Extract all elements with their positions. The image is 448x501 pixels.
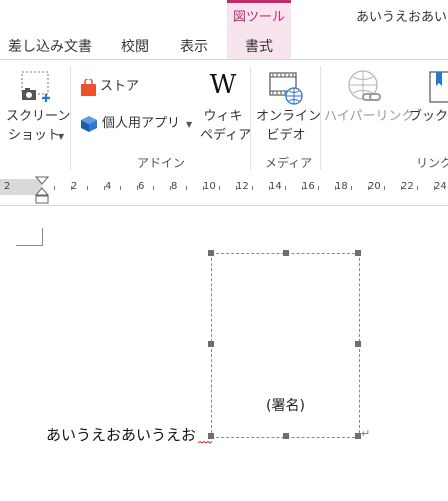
separator xyxy=(320,66,321,170)
bookmark-icon xyxy=(429,71,448,103)
online-video-button[interactable]: オンライン ビデオ xyxy=(256,68,322,148)
hyperlink-button[interactable]: ハイパーリンク xyxy=(324,68,414,128)
ruler-tick-label: 18 xyxy=(335,181,348,192)
hyperlink-globe-icon xyxy=(348,70,381,101)
screenshot-label-1: スクリーン xyxy=(6,109,71,124)
store-button[interactable]: ストア xyxy=(78,77,148,99)
ruler-tick-mark xyxy=(104,186,105,190)
ruler-tick-label: 10 xyxy=(203,181,216,192)
separator xyxy=(70,66,71,170)
paragraph-mark-icon: ↵ xyxy=(361,427,371,440)
page-corner-mark xyxy=(42,228,43,246)
my-apps-label: 個人用アプリ xyxy=(102,116,181,131)
resize-handle[interactable] xyxy=(208,433,214,439)
ruler-tick-label: 24 xyxy=(434,181,447,192)
ruler-tick-mark xyxy=(269,186,270,190)
document-title: あいうえおあいう xyxy=(356,10,448,25)
ruler-tick-mark xyxy=(252,186,253,190)
ruler-tick-label: 4 xyxy=(105,181,112,192)
ruler-tick-label: 12 xyxy=(236,181,249,192)
resize-handle[interactable] xyxy=(208,341,214,347)
ruler-tick-label: 14 xyxy=(269,181,282,192)
bookmark-button[interactable]: ブックマ xyxy=(408,68,448,128)
indent-marker-icon[interactable] xyxy=(35,176,49,206)
ruler-tick-label: 2 xyxy=(4,181,11,192)
ruler-tick-label: 8 xyxy=(171,181,178,192)
ruler-tick-mark xyxy=(335,186,336,190)
screenshot-icon xyxy=(21,71,50,102)
hyperlink-label: ハイパーリンク xyxy=(324,109,415,124)
ruler-tick-mark xyxy=(54,186,55,190)
ruler-tick-mark xyxy=(120,186,121,190)
dropdown-arrow-icon: ▼ xyxy=(186,120,193,129)
ruler-tick-mark xyxy=(170,186,171,190)
document-body-text[interactable]: あいうえおあいうえお xyxy=(46,424,196,445)
ruler-tick-mark xyxy=(401,186,402,190)
picture-tools-label: 図ツール xyxy=(232,10,285,25)
resize-handle[interactable] xyxy=(283,433,289,439)
ruler-tick-mark xyxy=(351,186,352,190)
store-label: ストア xyxy=(100,79,140,94)
ruler-tick-mark xyxy=(368,186,369,190)
online-video-label-2: ビデオ xyxy=(266,128,306,143)
ruler-tick-mark xyxy=(137,186,138,190)
context-tab-accent xyxy=(227,0,291,3)
group-addins-label: アドイン xyxy=(137,156,186,170)
ruler-tick-mark xyxy=(203,186,204,190)
wikipedia-button[interactable]: W ウィキ ペディア xyxy=(200,68,252,148)
ruler-tick-mark xyxy=(153,186,154,190)
ruler-tick-label: 16 xyxy=(302,181,315,192)
tab-mailings[interactable]: 差し込み文書 xyxy=(8,36,92,56)
ruler-tick-mark xyxy=(71,186,72,190)
tab-view[interactable]: 表示 xyxy=(180,36,208,56)
ruler-tick-mark xyxy=(219,186,220,190)
tab-format[interactable]: 書式 xyxy=(227,36,291,56)
ruler-tick-mark xyxy=(186,186,187,190)
screenshot-label-2: ショット xyxy=(7,128,60,143)
my-apps-button[interactable]: 個人用アプリ ▼ xyxy=(78,114,198,136)
group-links-label: リンク xyxy=(416,156,448,170)
signature-caption: (署名) xyxy=(266,398,305,414)
ruler-tick-mark xyxy=(384,186,385,190)
ruler-tick-mark xyxy=(302,186,303,190)
resize-handle[interactable] xyxy=(355,341,361,347)
online-video-icon xyxy=(269,72,303,105)
ruler-tick-label: 20 xyxy=(368,181,381,192)
store-bag-icon xyxy=(81,79,96,96)
ruler-tick-mark xyxy=(318,186,319,190)
resize-handle[interactable] xyxy=(208,250,214,256)
ruler-tick-mark xyxy=(417,186,418,190)
online-video-label-1: オンライン xyxy=(256,109,322,124)
wikipedia-label-1: ウィキ xyxy=(203,109,243,124)
separator xyxy=(250,66,251,170)
group-media-label: メディア xyxy=(265,156,313,170)
resize-handle[interactable] xyxy=(283,250,289,256)
ruler-tick-label: 6 xyxy=(138,181,145,192)
dropdown-arrow-icon: ▼ xyxy=(58,132,65,141)
page-corner-mark xyxy=(16,245,43,246)
ruler-tick-mark xyxy=(236,186,237,190)
screenshot-button[interactable]: スクリーン ショット ▼ xyxy=(6,68,71,148)
spellcheck-squiggle xyxy=(198,441,212,444)
ruler-tick-mark xyxy=(434,186,435,190)
bookmark-label: ブックマ xyxy=(409,109,448,124)
ruler-tick-mark xyxy=(87,186,88,190)
my-apps-icon xyxy=(81,116,97,132)
ruler-tick-mark xyxy=(285,186,286,190)
resize-handle[interactable] xyxy=(355,250,361,256)
wikipedia-label-2: ペディア xyxy=(200,128,252,143)
ruler-tick-label: 22 xyxy=(401,181,414,192)
tab-review[interactable]: 校閲 xyxy=(121,36,149,56)
wikipedia-icon: W xyxy=(209,70,237,100)
